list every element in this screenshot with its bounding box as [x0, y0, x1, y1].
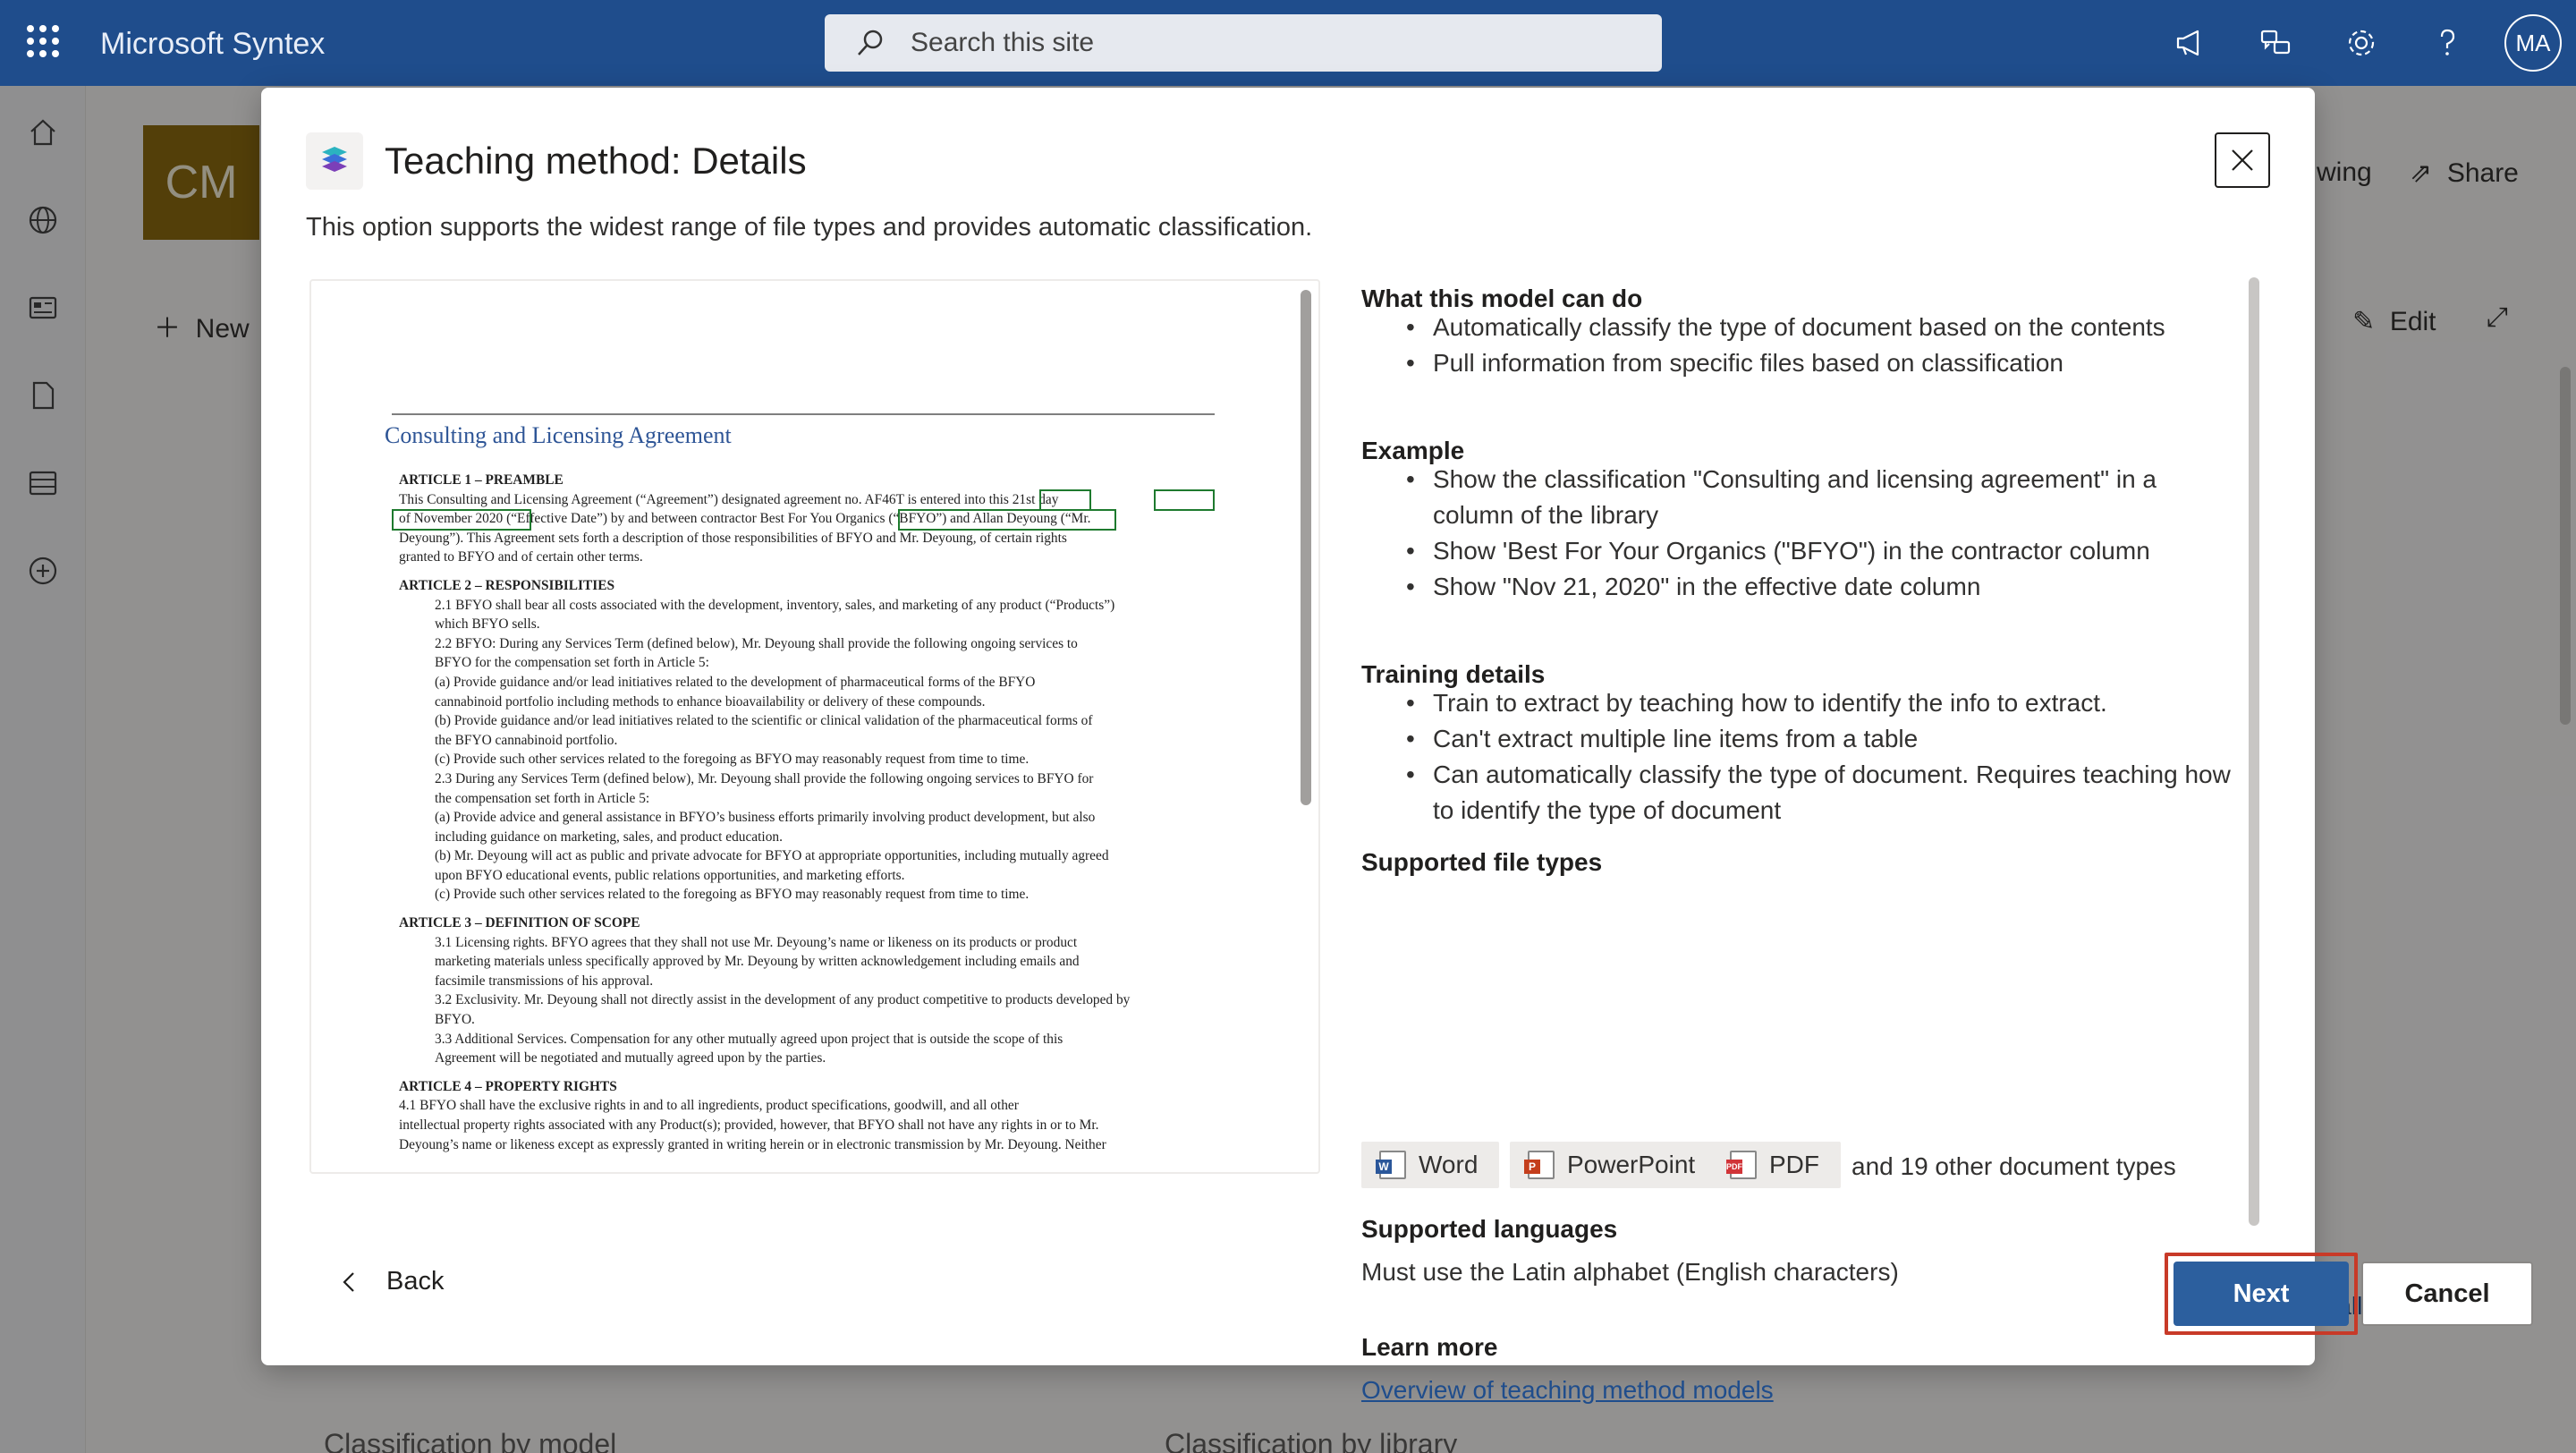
top-bar: Microsoft Syntex Search this site MA	[0, 0, 2576, 86]
doc-line: including guidance on marketing, sales, …	[435, 828, 783, 845]
doc-line: ARTICLE 2 – RESPONSIBILITIES	[399, 577, 615, 593]
doc-line: (a) Provide guidance and/or lead initiat…	[435, 674, 1036, 690]
learn-more-heading: Learn more	[1361, 1333, 1498, 1361]
model-info-panel: What this model can do Automatically cla…	[1361, 285, 2247, 1404]
file-type-chip-word: W Word	[1361, 1142, 1500, 1188]
highlight-date-day	[1154, 489, 1215, 511]
training-item: Can't extract multiple line items from a…	[1406, 721, 2238, 757]
powerpoint-file-icon: P	[1524, 1151, 1555, 1179]
doc-line: facsimile transmissions of his approval.	[435, 973, 654, 989]
doc-line: 2.3 During any Services Term (defined be…	[435, 770, 1094, 786]
doc-line: Deyoung”). This Agreement sets forth a d…	[399, 530, 1067, 546]
file-types-heading: Supported file types	[1361, 848, 1603, 876]
doc-line: 3.3 Additional Services. Compensation fo…	[435, 1031, 1063, 1047]
doc-divider	[392, 413, 1215, 415]
doc-line: Deyoung’s name or likeness except as exp…	[399, 1136, 1106, 1152]
feedback-icon[interactable]	[2254, 21, 2297, 64]
highlight-agreement-no	[1039, 489, 1091, 511]
doc-line: ARTICLE 1 – PREAMBLE	[399, 472, 564, 488]
info-scrollbar[interactable]	[2249, 277, 2259, 1226]
doc-line: ARTICLE 3 – DEFINITION OF SCOPE	[399, 915, 640, 931]
highlight-date-month	[392, 509, 531, 531]
preview-scrollbar[interactable]	[1301, 290, 1311, 805]
doc-line: (c) Provide such other services related …	[435, 887, 1030, 903]
doc-line: BFYO.	[435, 1012, 475, 1028]
doc-line: marketing materials unless specifically …	[435, 954, 1080, 970]
waffle-icon[interactable]	[27, 25, 59, 57]
back-button[interactable]: Back	[338, 1267, 444, 1296]
example-item: Show "Nov 21, 2020" in the effective dat…	[1406, 569, 2238, 605]
user-avatar[interactable]: MA	[2504, 14, 2562, 72]
learn-more-link[interactable]: Overview of teaching method models	[1361, 1376, 1774, 1405]
doc-line: cannabinoid portfolio including methods …	[435, 693, 986, 710]
can-do-item: Pull information from specific files bas…	[1406, 345, 2238, 381]
doc-line: (c) Provide such other services related …	[435, 752, 1030, 768]
doc-line: intellectual property rights associated …	[399, 1117, 1099, 1133]
file-type-chip-pdf: PDF PDF	[1712, 1142, 1841, 1188]
doc-line: which BFYO sells.	[435, 616, 540, 633]
doc-line: 2.1 BFYO shall bear all costs associated…	[435, 597, 1115, 613]
next-button[interactable]: Next	[2174, 1262, 2349, 1326]
doc-line: This Consulting and Licensing Agreement …	[399, 491, 1059, 507]
doc-line: upon BFYO educational events, public rel…	[435, 867, 905, 883]
training-item: Train to extract by teaching how to iden…	[1406, 685, 2238, 721]
doc-line: 4.1 BFYO shall have the exclusive rights…	[399, 1098, 1019, 1114]
doc-line: 3.2 Exclusivity. Mr. Deyoung shall not d…	[435, 992, 1131, 1008]
close-icon	[2232, 149, 2253, 171]
chevron-left-icon	[343, 1271, 354, 1292]
syntex-model-icon	[306, 132, 363, 190]
doc-line: the BFYO cannabinoid portfolio.	[435, 732, 618, 748]
app-title[interactable]: Microsoft Syntex	[100, 27, 325, 62]
doc-line: (b) Provide guidance and/or lead initiat…	[435, 713, 1093, 729]
doc-line: (b) Mr. Deyoung will act as public and p…	[435, 848, 1109, 864]
doc-line: ARTICLE 4 – PROPERTY RIGHTS	[399, 1078, 617, 1094]
doc-line: granted to BFYO and of certain other ter…	[399, 549, 643, 565]
file-type-label: PDF	[1769, 1151, 1819, 1178]
back-label: Back	[386, 1267, 445, 1296]
example-item: Show 'Best For Your Organics ("BFYO") in…	[1406, 533, 2238, 569]
file-type-label: Word	[1419, 1151, 1479, 1178]
doc-line: 3.1 Licensing rights. BFYO agrees that t…	[435, 934, 1078, 950]
dialog-title: Teaching method: Details	[385, 140, 807, 182]
doc-body: ARTICLE 1 – PREAMBLE This Consulting and…	[399, 467, 1215, 1154]
doc-line: 2.2 BFYO: During any Services Term (defi…	[435, 635, 1078, 651]
training-item: Can automatically classify the type of d…	[1406, 757, 2238, 828]
search-placeholder: Search this site	[911, 28, 1095, 57]
doc-line: Agreement will be negotiated and mutuall…	[435, 1050, 826, 1066]
can-do-item: Automatically classify the type of docum…	[1406, 310, 2238, 345]
search-icon	[858, 30, 883, 55]
pdf-file-icon: PDF	[1726, 1151, 1757, 1179]
gear-icon[interactable]	[2340, 21, 2383, 64]
help-icon[interactable]	[2426, 21, 2469, 64]
dialog-subtitle: This option supports the widest range of…	[306, 213, 1313, 242]
doc-line: the compensation set forth in Article 5:	[435, 790, 650, 806]
example-item: Show the classification "Consulting and …	[1406, 462, 2238, 533]
search-box[interactable]: Search this site	[825, 14, 1662, 72]
doc-line: (a) Provide advice and general assistanc…	[435, 810, 1096, 826]
close-button[interactable]	[2215, 132, 2270, 188]
file-type-label: PowerPoint	[1567, 1151, 1696, 1178]
cancel-button[interactable]: Cancel	[2361, 1262, 2533, 1326]
megaphone-icon[interactable]	[2168, 21, 2211, 64]
languages-text: Must use the Latin alphabet (English cha…	[1361, 1258, 1899, 1286]
more-file-types: and 19 other document types	[1852, 1152, 2176, 1180]
document-preview[interactable]: Consulting and Licensing Agreement ARTIC…	[309, 279, 1320, 1174]
word-file-icon: W	[1376, 1151, 1406, 1179]
highlight-contractor	[898, 509, 1116, 531]
doc-line: BFYO for the compensation set forth in A…	[435, 655, 709, 671]
doc-title: Consulting and Licensing Agreement	[385, 422, 732, 448]
languages-heading: Supported languages	[1361, 1215, 1618, 1243]
file-type-chip-powerpoint: P PowerPoint	[1510, 1142, 1717, 1188]
teaching-method-dialog: Teaching method: Details This option sup…	[261, 88, 2533, 1404]
